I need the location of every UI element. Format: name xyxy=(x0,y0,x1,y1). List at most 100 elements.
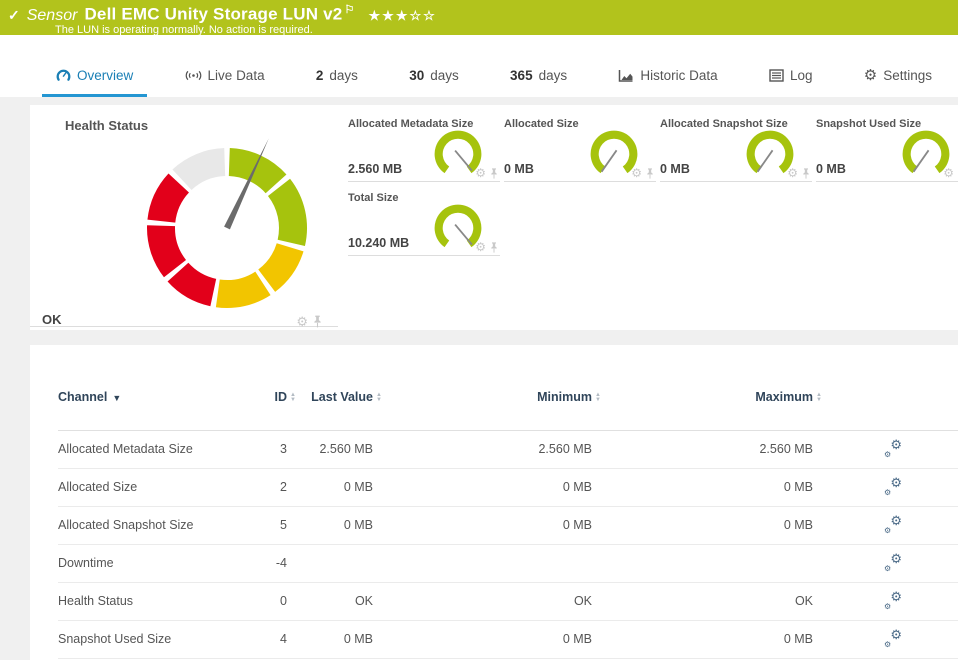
channel-name: Downtime xyxy=(58,544,233,583)
health-gauge-ring xyxy=(147,148,307,308)
status-check-icon: ✓ xyxy=(8,6,20,23)
gear-icon[interactable]: ⚙ xyxy=(296,315,308,328)
sort-desc-icon: ▼ xyxy=(112,393,122,403)
channel-name: Allocated Metadata Size xyxy=(58,430,233,469)
sort-icon: ▲ ▼ xyxy=(595,391,601,403)
page-title: Dell EMC Unity Storage LUN v2 ⚐ ★★★☆☆ xyxy=(84,4,437,24)
live-signal-icon xyxy=(185,70,201,81)
channel-minimum: OK xyxy=(373,582,592,621)
health-status-value: OK xyxy=(42,312,62,327)
status-message: The LUN is operating normally. No action… xyxy=(55,23,313,36)
column-header-last-value[interactable]: Last Value ▲ ▼ xyxy=(287,345,382,431)
gauge-icon xyxy=(56,69,71,81)
gear-icon[interactable]: ⚙ xyxy=(631,167,642,179)
column-header-actions xyxy=(813,345,958,431)
channel-name: Health Status xyxy=(58,582,233,621)
tab-365-days[interactable]: 365 days xyxy=(496,68,581,97)
channel-settings-gears-icon[interactable]: ⚙ ⚙ xyxy=(884,551,902,573)
health-status-gauge-card: Health Status OK ⚙ xyxy=(30,105,338,330)
flag-icon[interactable]: ⚐ xyxy=(344,4,354,16)
channel-id: -4 xyxy=(233,544,287,583)
channel-settings-gears-icon[interactable]: ⚙ ⚙ xyxy=(884,437,902,459)
gear-icon[interactable]: ⚙ xyxy=(943,167,954,179)
pin-icon[interactable] xyxy=(490,167,498,179)
mini-gauge-allocated-size: Allocated Size 0 MB ⚙ xyxy=(504,118,656,182)
gauges-panel: Health Status OK ⚙ Allocated Metadata Si… xyxy=(30,105,958,330)
channel-minimum: 0 MB xyxy=(373,620,592,659)
column-header-channel[interactable]: Channel ▼ xyxy=(58,345,233,431)
channel-maximum: 0 MB xyxy=(592,468,813,507)
channel-name: Allocated Snapshot Size xyxy=(58,506,233,545)
channel-last-value: 0 MB xyxy=(287,620,373,659)
channel-last-value: 0 MB xyxy=(287,506,373,545)
channel-id: 4 xyxy=(233,620,287,659)
gauge-value: 0 MB xyxy=(504,162,534,176)
channel-last-value: 0 MB xyxy=(287,468,373,507)
tab-30-days[interactable]: 30 days xyxy=(395,68,473,97)
gauge-value: 0 MB xyxy=(660,162,690,176)
channel-name: Snapshot Used Size xyxy=(58,620,233,659)
mini-gauge-allocated-metadata-size: Allocated Metadata Size 2.560 MB ⚙ xyxy=(348,118,500,182)
channel-row[interactable]: Allocated Size 2 0 MB 0 MB 0 MB ⚙ ⚙ xyxy=(58,468,958,507)
pin-icon[interactable] xyxy=(802,167,810,179)
channel-maximum: 0 MB xyxy=(592,620,813,659)
channel-id: 3 xyxy=(233,430,287,469)
sensor-status-banner: ✓ Sensor Dell EMC Unity Storage LUN v2 ⚐ ★… xyxy=(0,0,958,36)
pin-icon[interactable] xyxy=(313,315,322,328)
gear-icon: ⚙ xyxy=(863,66,878,84)
tab-log[interactable]: Log xyxy=(755,68,827,97)
column-header-maximum[interactable]: Maximum ▲ ▼ xyxy=(592,345,822,431)
channel-id: 5 xyxy=(233,506,287,545)
gear-icon[interactable]: ⚙ xyxy=(787,167,798,179)
tab-live-data[interactable]: Live Data xyxy=(171,68,279,97)
channel-minimum xyxy=(373,544,592,583)
sort-icon: ▲ ▼ xyxy=(290,391,296,403)
channel-id: 0 xyxy=(233,582,287,621)
channel-minimum: 0 MB xyxy=(373,506,592,545)
priority-stars[interactable]: ★★★☆☆ xyxy=(369,8,437,23)
mini-gauge-snapshot-used-size: Snapshot Used Size 0 MB ⚙ xyxy=(816,118,958,182)
card-footer xyxy=(30,305,338,327)
pin-icon[interactable] xyxy=(646,167,654,179)
tab-historic-data[interactable]: Historic Data xyxy=(604,68,731,97)
channel-table: Channel ▼ ID ▲ ▼ Last Value ▲ ▼ Minimum ▲ ▼ Max… xyxy=(58,345,958,660)
channel-table-body: Allocated Metadata Size 3 2.560 MB 2.560… xyxy=(58,430,958,660)
channel-settings-gears-icon[interactable]: ⚙ ⚙ xyxy=(884,627,902,649)
channel-row[interactable]: Allocated Metadata Size 3 2.560 MB 2.560… xyxy=(58,430,958,469)
gauge-value: 0 MB xyxy=(816,162,846,176)
gauge-value: 2.560 MB xyxy=(348,162,403,176)
channel-last-value: OK xyxy=(287,582,373,621)
tab-overview[interactable]: Overview xyxy=(42,68,148,97)
channel-minimum: 0 MB xyxy=(373,468,592,507)
log-icon xyxy=(769,69,784,82)
channel-maximum: 2.560 MB xyxy=(592,430,813,469)
channel-settings-gears-icon[interactable]: ⚙ ⚙ xyxy=(884,589,902,611)
tab-bar: Overview Live Data 2 days 30 days 365 da… xyxy=(0,35,958,97)
channel-name: Allocated Size xyxy=(58,468,233,507)
pin-icon[interactable] xyxy=(490,241,498,253)
tab-settings[interactable]: ⚙ Settings xyxy=(850,68,946,97)
channel-row[interactable]: Health Status 0 OK OK OK ⚙ ⚙ xyxy=(58,582,958,621)
object-kind-label: Sensor xyxy=(26,6,78,24)
channel-row[interactable]: Snapshot Used Size 4 0 MB 0 MB 0 MB ⚙ ⚙ xyxy=(58,620,958,659)
channel-settings-gears-icon[interactable]: ⚙ ⚙ xyxy=(884,475,902,497)
sort-icon: ▲ ▼ xyxy=(376,391,382,403)
column-header-minimum[interactable]: Minimum ▲ ▼ xyxy=(373,345,601,431)
tab-2-days[interactable]: 2 days xyxy=(302,68,372,97)
channel-last-value xyxy=(287,544,373,583)
gear-icon[interactable]: ⚙ xyxy=(475,241,486,253)
channel-maximum: 0 MB xyxy=(592,506,813,545)
gear-icon[interactable]: ⚙ xyxy=(475,167,486,179)
channel-row[interactable]: Downtime -4 ⚙ ⚙ xyxy=(58,544,958,583)
mini-gauge-total-size: Total Size 10.240 MB ⚙ xyxy=(348,192,500,256)
channel-maximum: OK xyxy=(592,582,813,621)
gauge-value: 10.240 MB xyxy=(348,236,410,250)
channel-row[interactable]: Allocated Snapshot Size 5 0 MB 0 MB 0 MB… xyxy=(58,506,958,545)
channel-maximum xyxy=(592,544,813,583)
sort-icon: ▲ ▼ xyxy=(816,391,822,403)
channel-settings-gears-icon[interactable]: ⚙ ⚙ xyxy=(884,513,902,535)
channel-id: 2 xyxy=(233,468,287,507)
health-gauge xyxy=(147,138,307,308)
column-header-id[interactable]: ID ▲ ▼ xyxy=(233,345,296,431)
channel-table-panel: Channel ▼ ID ▲ ▼ Last Value ▲ ▼ Minimum ▲ ▼ Max… xyxy=(30,345,958,660)
